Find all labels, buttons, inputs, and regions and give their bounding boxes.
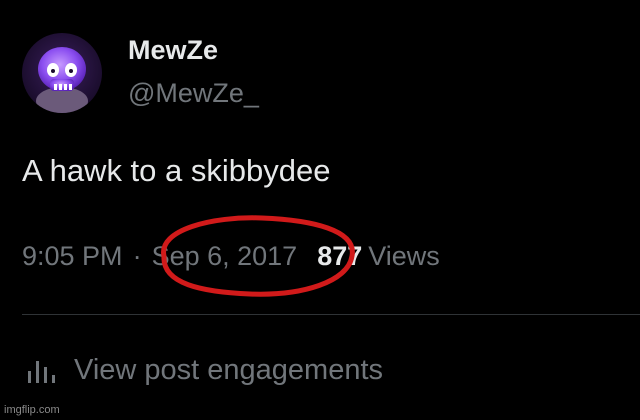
post-metadata: 9:05 PM · Sep 6, 2017 877 Views	[22, 237, 440, 275]
meta-separator: ·	[132, 241, 142, 271]
post-text: A hawk to a skibbydee	[22, 153, 331, 188]
post-date[interactable]: Sep 6, 2017	[152, 237, 298, 275]
bar-chart-icon	[26, 357, 58, 383]
display-name[interactable]: MewZe	[128, 33, 218, 67]
views-count: 877	[317, 241, 363, 271]
post-time[interactable]: 9:05 PM	[22, 237, 123, 275]
view-engagements-button[interactable]: View post engagements	[26, 350, 383, 390]
views-label: Views	[368, 241, 440, 271]
user-handle[interactable]: @MewZe_	[128, 76, 259, 110]
view-engagements-label: View post engagements	[74, 353, 384, 386]
divider	[22, 314, 640, 315]
watermark: imgflip.com	[4, 404, 60, 416]
avatar[interactable]	[22, 33, 102, 113]
skull-avatar-icon	[22, 33, 102, 113]
